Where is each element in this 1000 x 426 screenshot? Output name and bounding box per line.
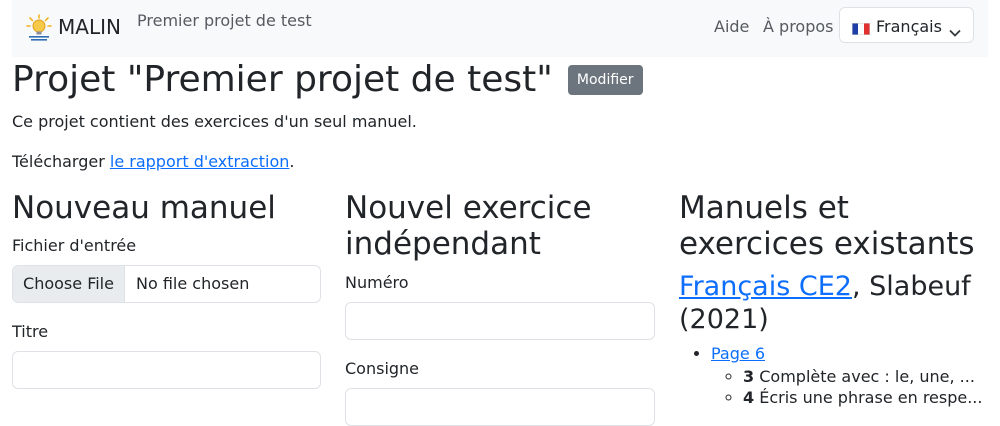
- title-label: Titre: [12, 322, 49, 341]
- exercise-item[interactable]: 3 Complète avec : le, une, ...: [743, 367, 982, 386]
- title-input[interactable]: [12, 351, 321, 389]
- navbar: MALIN Premier projet de test Aide À prop…: [12, 0, 988, 57]
- title-row: Projet "Premier projet de test" Modifier: [12, 58, 643, 104]
- edit-button[interactable]: Modifier: [567, 65, 643, 95]
- existing-section: Manuels et exercices existants Français …: [679, 190, 989, 407]
- french-flag-icon: [852, 20, 870, 35]
- new-exercise-section: Nouvel exercice indépendant Numéro Consi…: [345, 190, 655, 426]
- new-exercise-heading: Nouvel exercice indépendant: [345, 190, 592, 262]
- page-title: Projet "Premier projet de test": [12, 59, 553, 100]
- page-item: Page 6 3 Complète avec : le, une, ... 4 …: [711, 344, 982, 407]
- nav-link-about[interactable]: À propos: [763, 17, 833, 36]
- project-description: Ce projet contient des exercices d'un se…: [12, 112, 417, 131]
- pages-list: Page 6 3 Complète avec : le, une, ... 4 …: [679, 344, 982, 409]
- exercise-number: 3: [743, 367, 755, 386]
- download-line: Télécharger le rapport d'extraction.: [12, 152, 294, 171]
- language-select[interactable]: Français: [839, 7, 974, 43]
- malin-logo-icon[interactable]: [26, 14, 52, 42]
- download-suffix: .: [289, 152, 295, 171]
- number-input[interactable]: [345, 302, 655, 340]
- brand-name[interactable]: MALIN: [58, 15, 121, 39]
- file-status: No file chosen: [136, 274, 250, 293]
- nav-project-name: Premier projet de test: [137, 11, 312, 30]
- exercise-text: Complète avec : le, une, ...: [759, 367, 975, 386]
- exercise-text: Écris une phrase en respe...: [759, 388, 983, 407]
- exercise-number: 4: [743, 388, 755, 407]
- page-link[interactable]: Page 6: [711, 344, 765, 363]
- manual-title: Français CE2, Slabeuf (2021): [679, 270, 989, 336]
- exercise-item[interactable]: 4 Écris une phrase en respe...: [743, 388, 982, 407]
- choose-file-button[interactable]: Choose File: [13, 266, 125, 302]
- number-label: Numéro: [345, 273, 409, 292]
- instruction-input[interactable]: [345, 388, 655, 426]
- new-manual-heading: Nouveau manuel: [12, 190, 276, 226]
- language-select-value: Français: [876, 17, 942, 36]
- instruction-label: Consigne: [345, 359, 420, 378]
- exercise-list: 3 Complète avec : le, une, ... 4 Écris u…: [711, 367, 982, 407]
- existing-heading: Manuels et exercices existants: [679, 190, 975, 262]
- nav-link-help[interactable]: Aide: [714, 17, 749, 36]
- download-prefix: Télécharger: [12, 152, 110, 171]
- new-manual-section: Nouveau manuel Fichier d'entrée Choose F…: [12, 190, 321, 389]
- chevron-down-icon: [949, 22, 961, 37]
- extraction-report-link[interactable]: le rapport d'extraction: [110, 152, 289, 171]
- manual-link[interactable]: Français CE2: [679, 271, 852, 302]
- input-file-label: Fichier d'entrée: [12, 236, 137, 255]
- file-input[interactable]: Choose File No file chosen: [12, 265, 321, 303]
